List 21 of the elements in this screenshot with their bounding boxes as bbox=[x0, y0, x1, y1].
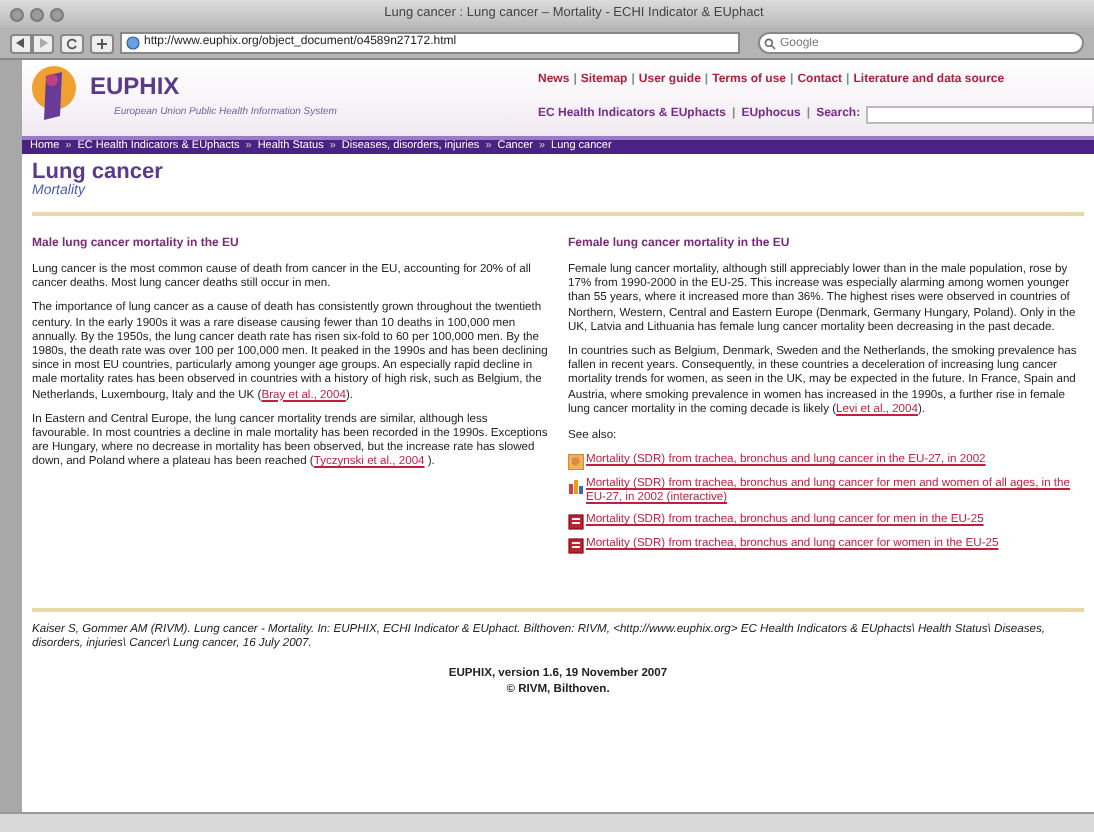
bar-chart-icon bbox=[568, 477, 584, 494]
back-arrow-icon bbox=[16, 38, 26, 48]
back-button[interactable] bbox=[10, 33, 32, 53]
reload-button[interactable] bbox=[60, 33, 84, 53]
map-icon bbox=[568, 453, 584, 470]
document-icon bbox=[568, 514, 584, 531]
forward-button[interactable] bbox=[32, 33, 54, 53]
logo-text: EUPHIX bbox=[90, 72, 182, 100]
forward-arrow-icon bbox=[38, 38, 48, 48]
reload-icon bbox=[66, 37, 78, 49]
page-title: Lung cancer bbox=[32, 160, 165, 184]
globe-icon bbox=[126, 36, 140, 50]
plus-icon bbox=[96, 37, 108, 49]
logo-icon bbox=[28, 64, 80, 124]
add-bookmark-button[interactable] bbox=[90, 33, 114, 53]
document-icon bbox=[568, 538, 584, 555]
minimize-icon[interactable] bbox=[30, 7, 44, 21]
close-icon[interactable] bbox=[10, 7, 24, 21]
zoom-icon[interactable] bbox=[50, 7, 64, 21]
search-icon bbox=[764, 37, 776, 49]
site-search-field[interactable] bbox=[866, 106, 1094, 124]
